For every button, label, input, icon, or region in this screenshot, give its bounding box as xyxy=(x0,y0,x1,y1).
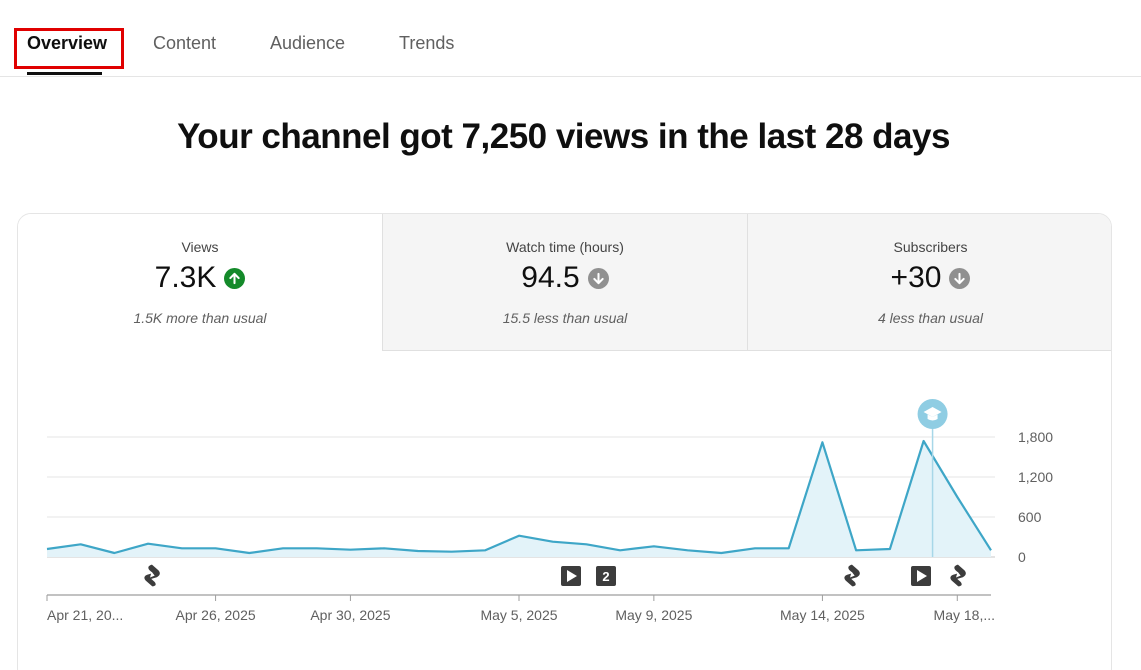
x-tick-label: May 18,... xyxy=(934,607,995,623)
content-markers: 2 xyxy=(144,564,966,587)
x-tick-label: Apr 26, 2025 xyxy=(175,607,255,623)
x-axis: Apr 21, 20... Apr 26, 2025 Apr 30, 2025 May… xyxy=(46,594,995,623)
count-badge: 2 xyxy=(596,566,616,586)
x-tick-label: May 14, 2025 xyxy=(780,607,865,623)
shorts-icon xyxy=(950,564,966,587)
views-chart[interactable]: 1,800 1,200 600 0 2 Apr 21, 20... Apr 26, 20… xyxy=(0,0,1141,670)
views-area-fill xyxy=(47,441,991,557)
x-tick-label: Apr 21, 20... xyxy=(47,607,123,623)
x-tick-label: Apr 30, 2025 xyxy=(310,607,390,623)
x-tick-label: May 5, 2025 xyxy=(480,607,557,623)
y-tick-label: 1,200 xyxy=(1018,469,1053,485)
count-badge-label: 2 xyxy=(602,569,609,584)
chart-area xyxy=(46,428,992,557)
video-icon xyxy=(561,566,581,586)
x-tick-label: May 9, 2025 xyxy=(615,607,692,623)
y-tick-label: 1,800 xyxy=(1018,429,1053,445)
shorts-icon xyxy=(844,564,860,587)
video-icon xyxy=(911,566,931,586)
shorts-icon xyxy=(144,564,160,587)
milestone-marker xyxy=(917,399,948,429)
analytics-page: Overview Content Audience Trends Your ch… xyxy=(0,0,1141,670)
y-axis-ticks: 1,800 1,200 600 0 xyxy=(1018,429,1053,565)
graduation-cap-icon xyxy=(917,399,948,429)
y-tick-label: 0 xyxy=(1018,549,1026,565)
y-tick-label: 600 xyxy=(1018,509,1042,525)
